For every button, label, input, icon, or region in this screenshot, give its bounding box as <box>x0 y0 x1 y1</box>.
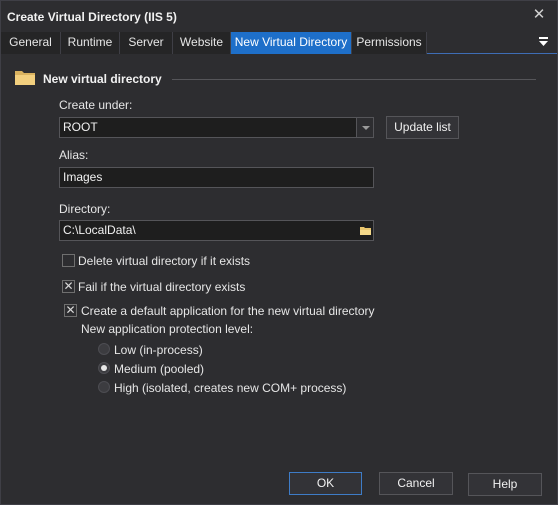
delete-existing-label: Delete virtual directory if it exists <box>78 254 251 268</box>
tab-server[interactable]: Server <box>120 32 173 54</box>
protection-level-label: New application protection level: <box>81 322 254 336</box>
tab-general[interactable]: General <box>1 32 61 54</box>
ok-button[interactable]: OK <box>289 472 362 495</box>
section-divider <box>172 79 536 80</box>
create-under-label: Create under: <box>59 98 133 112</box>
fail-if-exists-label: Fail if the virtual directory exists <box>78 280 246 294</box>
folder-icon <box>15 71 35 85</box>
chevron-down-icon[interactable] <box>356 118 373 137</box>
alias-input[interactable]: Images <box>59 167 374 188</box>
close-icon[interactable]: ✕ <box>529 5 549 25</box>
cancel-button[interactable]: Cancel <box>379 472 453 495</box>
directory-input[interactable]: C:\LocalData\ <box>59 220 374 241</box>
tab-menu-icon[interactable] <box>537 36 551 50</box>
fail-if-exists-checkbox[interactable]: ✕ <box>62 279 75 293</box>
radio-high[interactable] <box>98 381 110 393</box>
tab-permissions[interactable]: Permissions <box>352 32 427 54</box>
dialog-window: Create Virtual Directory (IIS 5) ✕ Gener… <box>0 0 558 505</box>
browse-folder-icon[interactable] <box>358 221 373 240</box>
alias-value: Images <box>63 170 103 184</box>
create-under-value: ROOT <box>63 120 98 134</box>
help-button[interactable]: Help <box>468 473 542 496</box>
title-bar: Create Virtual Directory (IIS 5) ✕ <box>1 1 557 31</box>
update-list-button[interactable]: Update list <box>386 116 459 139</box>
window-title: Create Virtual Directory (IIS 5) <box>7 10 177 24</box>
tab-new-virtual-directory[interactable]: New Virtual Directory <box>231 32 352 54</box>
tab-website[interactable]: Website <box>173 32 231 54</box>
radio-high-label: High (isolated, creates new COM+ process… <box>114 381 347 395</box>
delete-existing-checkbox[interactable] <box>62 254 75 267</box>
check-mark-icon: ✕ <box>65 303 76 317</box>
create-under-combo[interactable]: ROOT <box>59 117 374 138</box>
directory-value: C:\LocalData\ <box>63 223 136 237</box>
radio-medium[interactable] <box>98 362 110 374</box>
section-title: New virtual directory <box>43 72 162 86</box>
create-app-checkbox[interactable]: ✕ <box>64 303 77 317</box>
tab-bar: General Runtime Server Website New Virtu… <box>1 32 557 54</box>
radio-low[interactable] <box>98 343 110 355</box>
radio-medium-label: Medium (pooled) <box>114 362 205 376</box>
create-app-label: Create a default application for the new… <box>81 304 375 318</box>
alias-label: Alias: <box>59 148 89 162</box>
directory-label: Directory: <box>59 202 111 216</box>
tab-runtime[interactable]: Runtime <box>61 32 120 54</box>
radio-low-label: Low (in-process) <box>114 343 203 357</box>
check-mark-icon: ✕ <box>63 279 74 293</box>
